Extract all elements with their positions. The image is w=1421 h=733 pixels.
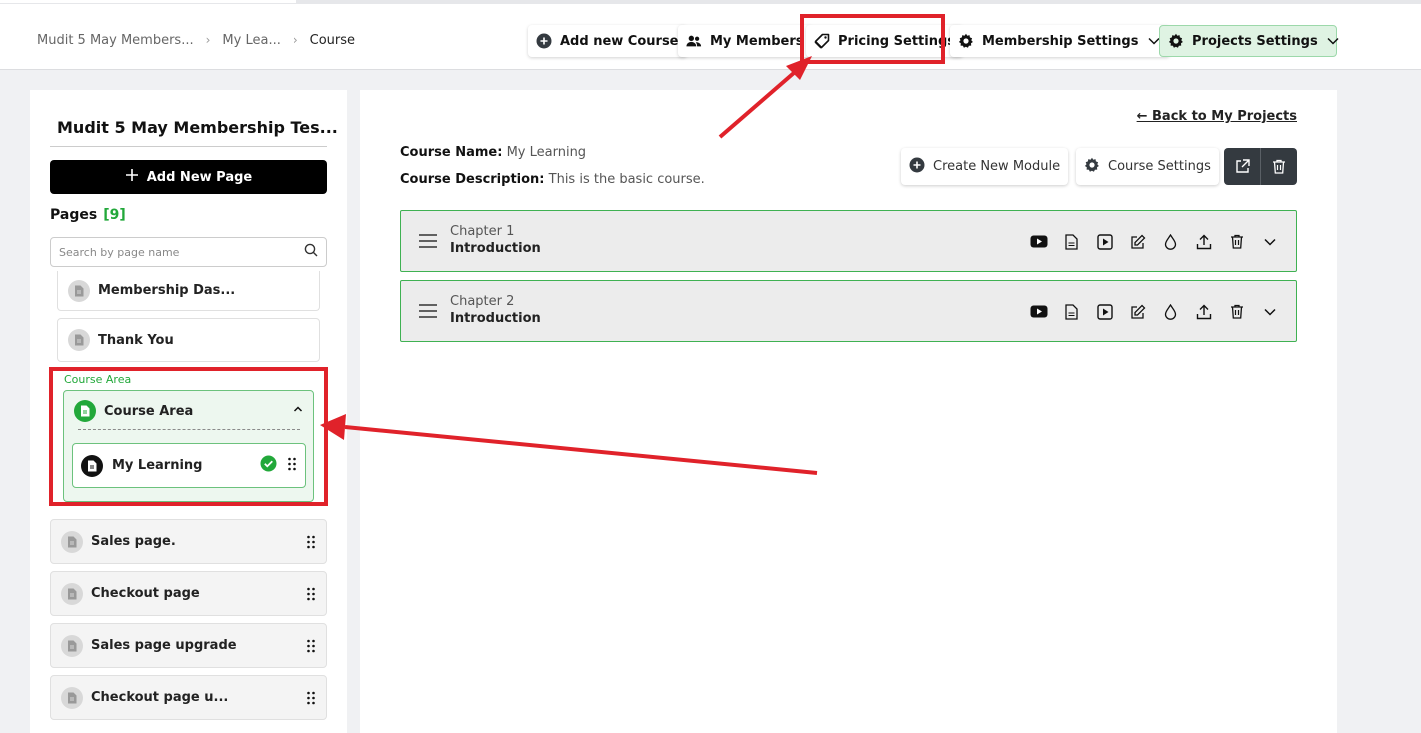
drag-handle-icon[interactable] xyxy=(306,535,316,549)
page-item-label: Checkout page u... xyxy=(91,690,229,705)
chapter-label: Chapter 2 xyxy=(450,294,515,309)
course-area-highlight xyxy=(49,367,328,506)
droplet-icon[interactable] xyxy=(1160,301,1181,322)
youtube-icon[interactable] xyxy=(1028,231,1049,252)
drag-handle-icon[interactable] xyxy=(306,691,316,705)
top-header: Mudit 5 May Members... › My Lea... › Cou… xyxy=(0,4,1421,70)
chapter-actions xyxy=(1028,301,1280,322)
membership-settings-label: Membership Settings xyxy=(982,33,1139,49)
add-new-page-button[interactable]: Add New Page xyxy=(50,160,327,194)
add-new-page-label: Add New Page xyxy=(146,169,253,185)
breadcrumb-separator-icon: › xyxy=(205,33,211,47)
course-name-value: My Learning xyxy=(506,145,587,160)
plus-circle-icon xyxy=(536,33,552,49)
active-tab-strip xyxy=(0,0,296,3)
pricing-settings-highlight xyxy=(800,14,945,64)
chapter-actions xyxy=(1028,231,1280,252)
my-members-button[interactable]: My Members xyxy=(678,25,812,57)
document-icon[interactable] xyxy=(1061,231,1082,252)
page-item-sales-page[interactable]: Sales page. xyxy=(50,519,327,564)
create-new-module-button[interactable]: Create New Module xyxy=(901,148,1069,185)
users-icon xyxy=(686,33,702,49)
chapter-label: Chapter 1 xyxy=(450,224,515,239)
page-item-label: Membership Das... xyxy=(98,283,236,298)
droplet-icon[interactable] xyxy=(1160,231,1181,252)
document-icon xyxy=(61,530,83,553)
drag-handle-icon[interactable] xyxy=(306,639,316,653)
search-icon[interactable] xyxy=(304,243,318,261)
play-video-icon[interactable] xyxy=(1094,301,1115,322)
course-settings-button[interactable]: Course Settings xyxy=(1076,148,1219,185)
upload-icon[interactable] xyxy=(1193,301,1214,322)
add-new-course-label: Add new Course xyxy=(560,33,679,49)
chevron-down-icon[interactable] xyxy=(1259,231,1280,252)
create-new-module-label: Create New Module xyxy=(933,159,1061,174)
project-title: Mudit 5 May Membership Tes... xyxy=(57,118,338,137)
page-item-label: Sales page. xyxy=(91,534,176,549)
course-name-label: Course Name: xyxy=(400,145,503,160)
drag-handle-icon[interactable] xyxy=(306,587,316,601)
title-divider xyxy=(50,146,327,147)
document-icon[interactable] xyxy=(1061,301,1082,322)
pages-label: Pages xyxy=(50,207,98,223)
my-members-label: My Members xyxy=(710,33,804,49)
course-main-panel: ← Back to My Projects Course Name: My Le… xyxy=(360,90,1337,733)
chapter-row[interactable]: Chapter 1 Introduction xyxy=(400,210,1297,272)
page-item-checkout-page[interactable]: Checkout page xyxy=(50,571,327,616)
document-icon xyxy=(68,329,90,351)
edit-icon[interactable] xyxy=(1127,301,1148,322)
trash-icon[interactable] xyxy=(1226,231,1247,252)
document-icon xyxy=(61,582,83,605)
trash-icon[interactable] xyxy=(1260,148,1297,185)
chapter-row[interactable]: Chapter 2 Introduction xyxy=(400,280,1297,342)
trash-icon[interactable] xyxy=(1226,301,1247,322)
course-name-row: Course Name: My Learning xyxy=(400,145,586,160)
gear-icon xyxy=(958,33,974,49)
document-icon xyxy=(68,279,90,302)
pages-count: [9] xyxy=(103,207,126,223)
breadcrumb-project[interactable]: Mudit 5 May Members... xyxy=(37,33,194,48)
document-icon xyxy=(61,686,83,709)
gear-icon xyxy=(1084,157,1100,177)
course-action-group xyxy=(1224,148,1297,185)
edit-icon[interactable] xyxy=(1127,231,1148,252)
page-item-thank-you[interactable]: Thank You xyxy=(57,318,320,362)
gear-icon xyxy=(1168,33,1184,49)
plus-icon xyxy=(125,168,139,186)
breadcrumb-current: Course xyxy=(309,32,356,48)
youtube-icon[interactable] xyxy=(1028,301,1049,322)
membership-settings-button[interactable]: Membership Settings xyxy=(950,25,1171,57)
breadcrumb-separator-icon: › xyxy=(292,33,298,47)
chevron-down-icon[interactable] xyxy=(1259,301,1280,322)
course-description-value: This is the basic course. xyxy=(548,172,705,187)
external-link-icon[interactable] xyxy=(1224,148,1260,185)
page-search xyxy=(50,237,327,267)
upload-icon[interactable] xyxy=(1193,231,1214,252)
chapter-name: Introduction xyxy=(450,241,541,256)
document-icon xyxy=(61,634,83,657)
page-item-label: Sales page upgrade xyxy=(91,638,237,653)
page-item-label: Checkout page xyxy=(91,586,200,601)
page-item-checkout-page-upgrade[interactable]: Checkout page u... xyxy=(50,675,327,720)
chevron-down-icon xyxy=(1326,33,1340,49)
course-description-label: Course Description: xyxy=(400,172,545,187)
hamburger-menu-icon[interactable] xyxy=(418,233,438,253)
pages-heading: Pages [9] xyxy=(50,207,126,223)
course-description-row: Course Description: This is the basic co… xyxy=(400,172,705,187)
hamburger-menu-icon[interactable] xyxy=(418,303,438,323)
back-to-projects-link[interactable]: ← Back to My Projects xyxy=(1137,109,1297,124)
page-item-membership-dashboard[interactable]: Membership Das... xyxy=(57,271,320,311)
add-new-course-button[interactable]: Add new Course xyxy=(528,25,687,57)
chapter-name: Introduction xyxy=(450,311,541,326)
page-item-label: Thank You xyxy=(98,332,174,348)
breadcrumb: Mudit 5 May Members... › My Lea... › Cou… xyxy=(37,4,355,76)
course-settings-label: Course Settings xyxy=(1108,159,1211,174)
page-item-sales-page-upgrade[interactable]: Sales page upgrade xyxy=(50,623,327,668)
projects-settings-button[interactable]: Projects Settings xyxy=(1159,25,1340,57)
page-search-input[interactable] xyxy=(59,245,304,259)
projects-settings-label: Projects Settings xyxy=(1192,33,1318,49)
breadcrumb-course[interactable]: My Lea... xyxy=(222,33,280,48)
plus-circle-icon xyxy=(909,157,925,177)
play-video-icon[interactable] xyxy=(1094,231,1115,252)
